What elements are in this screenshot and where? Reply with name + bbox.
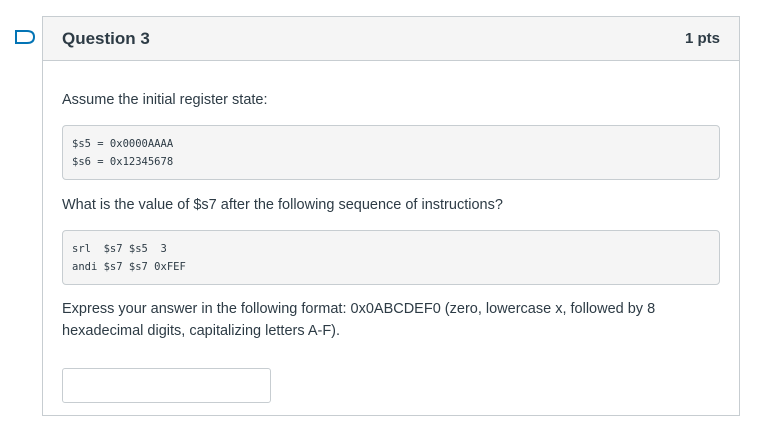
answer-format-note: Express your answer in the following for… <box>62 301 656 339</box>
instruction-line: andi $s7 $s7 0xFEF <box>72 261 186 273</box>
quiz-page: Question 3 1 pts Assume the initial regi… <box>0 0 762 440</box>
register-state-code-block: $s5 = 0x0000AAAA $s6 = 0x12345678 <box>62 125 720 180</box>
register-line: $s5 = 0x0000AAAA <box>72 138 174 150</box>
instruction-line: srl $s7 $s5 3 <box>72 243 167 255</box>
question-prompt: What is the value of $s7 after the follo… <box>62 197 503 213</box>
question-card: Question 3 1 pts Assume the initial regi… <box>42 16 740 416</box>
question-header: Question 3 1 pts <box>43 17 739 61</box>
flag-question-icon[interactable] <box>14 29 36 45</box>
instruction-code-block: srl $s7 $s5 3 andi $s7 $s7 0xFEF <box>62 230 720 285</box>
answer-input[interactable] <box>62 368 271 403</box>
question-intro: Assume the initial register state: <box>62 92 268 108</box>
question-title: Question 3 <box>62 28 150 48</box>
question-body: Assume the initial register state: $s5 =… <box>43 61 739 403</box>
register-line: $s6 = 0x12345678 <box>72 156 174 168</box>
question-points: 1 pts <box>684 30 720 47</box>
